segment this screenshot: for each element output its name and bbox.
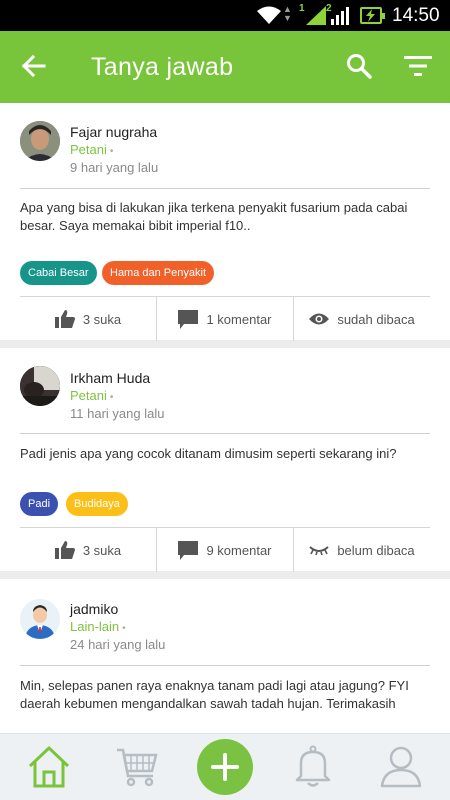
app-bar: Tanya jawab — [0, 31, 450, 103]
filter-icon[interactable] — [404, 55, 432, 77]
post-actions: 3 suka 1 komentar sudah dibaca — [20, 296, 430, 341]
read-status: belum dibaca — [293, 528, 430, 572]
add-question-button[interactable] — [197, 739, 253, 795]
author-role: Petani • — [70, 142, 114, 157]
author-name[interactable]: Fajar nugraha — [70, 124, 157, 140]
tag[interactable]: Hama dan Penyakit — [102, 261, 214, 285]
like-button[interactable]: 3 suka — [20, 528, 156, 572]
read-status-label: belum dibaca — [337, 542, 415, 558]
read-status: sudah dibaca — [293, 297, 430, 341]
post-actions: 3 suka 9 komentar belum dibaca — [20, 527, 430, 572]
post-time: 11 hari yang lalu — [70, 406, 165, 421]
sim1-label: 1 — [299, 3, 305, 14]
wifi-icon — [257, 6, 281, 24]
divider — [20, 188, 430, 189]
author-name[interactable]: jadmiko — [70, 601, 118, 617]
like-count: 3 suka — [82, 311, 122, 327]
back-arrow-icon[interactable] — [20, 53, 46, 79]
post-text[interactable]: Apa yang bisa di lakukan jika terkena pe… — [20, 199, 440, 235]
author-role: Petani • — [70, 388, 114, 403]
page-title: Tanya jawab — [91, 53, 234, 81]
thumbs-up-icon — [54, 310, 75, 328]
battery-icon — [360, 7, 385, 24]
avatar[interactable] — [20, 121, 60, 161]
avatar[interactable] — [20, 599, 60, 639]
plus-icon — [211, 753, 239, 781]
like-button[interactable]: 3 suka — [20, 297, 156, 341]
signal-icon — [306, 6, 326, 25]
signal-icon — [331, 7, 349, 25]
comment-button[interactable]: 1 komentar — [156, 297, 293, 341]
home-icon[interactable] — [27, 744, 71, 788]
tag[interactable]: Budidaya — [66, 492, 128, 516]
divider — [20, 665, 430, 666]
post-card[interactable]: Fajar nugraha Petani • 9 hari yang lalu A… — [0, 103, 450, 341]
post-text[interactable]: Padi jenis apa yang cocok ditanam dimusi… — [20, 445, 440, 463]
post-card[interactable]: Irkham Huda Petani • 11 hari yang lalu Pa… — [0, 348, 450, 572]
comment-count: 1 komentar — [206, 311, 272, 327]
comment-icon — [178, 309, 199, 329]
author-role: Lain-lain • — [70, 619, 126, 634]
cart-icon[interactable] — [115, 744, 159, 788]
data-arrows-icon: ▲ ▼ — [283, 4, 292, 23]
tag[interactable]: Cabai Besar — [20, 261, 97, 285]
avatar[interactable] — [20, 366, 60, 406]
post-card[interactable]: jadmiko Lain-lain • 24 hari yang lalu Min… — [0, 579, 450, 733]
divider — [20, 433, 430, 434]
post-text[interactable]: Min, selepas panen raya enaknya tanam pa… — [20, 677, 440, 713]
status-bar: ▲ ▼ 1 2 14:50 — [0, 0, 450, 31]
read-status-label: sudah dibaca — [337, 311, 415, 327]
tag[interactable]: Padi — [20, 492, 59, 516]
comment-button[interactable]: 9 komentar — [156, 528, 293, 572]
comment-count: 9 komentar — [206, 542, 272, 558]
clock: 14:50 — [392, 5, 440, 26]
eye-icon — [309, 312, 330, 326]
thumbs-up-icon — [54, 541, 75, 559]
author-name[interactable]: Irkham Huda — [70, 370, 150, 386]
post-time: 24 hari yang lalu — [70, 637, 166, 652]
post-time: 9 hari yang lalu — [70, 160, 159, 175]
search-icon[interactable] — [346, 53, 372, 79]
comment-icon — [178, 540, 199, 560]
notification-bell-icon[interactable] — [293, 744, 333, 788]
profile-icon[interactable] — [379, 744, 423, 788]
like-count: 3 suka — [82, 542, 122, 558]
closed-eye-icon — [309, 545, 329, 555]
